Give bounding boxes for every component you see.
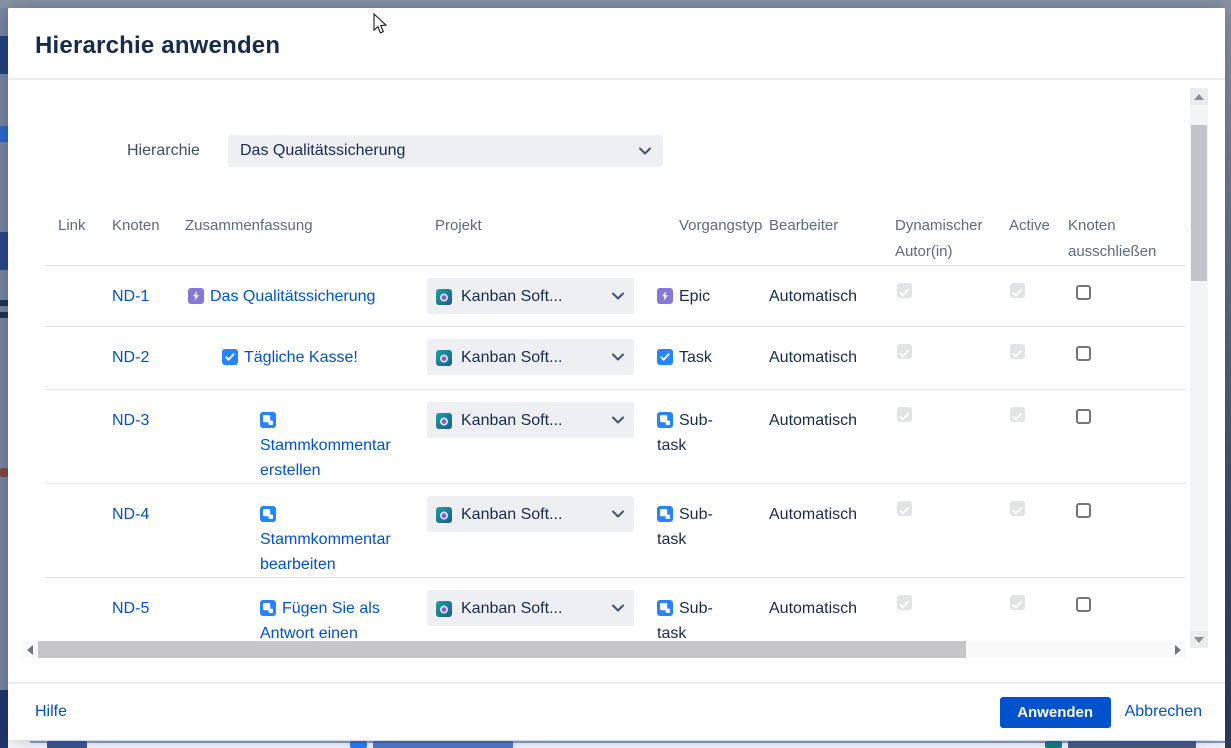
col-header-node: Knoten — [105, 205, 180, 265]
backdrop-right-strip — [1225, 8, 1231, 748]
table-row: ND-1 Das Qualitätssicherung Kanban Soft.… — [45, 266, 1186, 327]
issue-key-link[interactable]: ND-3 — [112, 412, 149, 429]
dynamic-author-checkbox — [897, 595, 912, 610]
project-avatar-icon — [436, 412, 452, 428]
exclude-node-checkbox[interactable] — [1076, 503, 1091, 518]
summary-link[interactable]: Fügen Sie als Antwort einen — [260, 600, 380, 640]
assignee-value: Automatisch — [765, 327, 890, 389]
active-checkbox — [1010, 407, 1025, 422]
table-header-row: Link Knoten Zusammenfassung Projekt Vorg… — [45, 205, 1186, 266]
project-avatar-icon — [436, 600, 452, 616]
exclude-node-checkbox[interactable] — [1076, 346, 1091, 361]
active-checkbox — [1010, 595, 1025, 610]
dynamic-author-checkbox — [897, 407, 912, 422]
hierarchy-select-value: Das Qualitätssicherung — [240, 142, 631, 160]
issue-type-label: Task — [679, 349, 712, 366]
issue-key-link[interactable]: ND-5 — [112, 600, 149, 617]
subtask-icon — [260, 505, 276, 521]
active-checkbox — [1010, 283, 1025, 298]
chevron-down-icon — [612, 292, 624, 300]
col-header-link: Link — [45, 205, 105, 265]
backdrop-top-band — [0, 0, 1231, 8]
chevron-down-icon — [612, 416, 624, 424]
screen: Hierarchie anwenden Hierarchie Das Quali… — [0, 0, 1231, 748]
table-row: ND-4 Stammkommentar bearbeiten Kanban So… — [45, 484, 1186, 578]
project-select[interactable]: Kanban Soft... — [427, 278, 634, 314]
col-header-cutoff: C — [1180, 205, 1186, 265]
help-link[interactable]: Hilfe — [35, 703, 67, 721]
hierarchy-table: Link Knoten Zusammenfassung Projekt Vorg… — [45, 205, 1186, 640]
issue-key-link[interactable]: ND-4 — [112, 506, 149, 523]
horizontal-scrollbar[interactable] — [22, 641, 1186, 658]
active-checkbox — [1010, 501, 1025, 516]
scroll-right-button[interactable] — [1170, 641, 1186, 658]
dynamic-author-checkbox — [897, 501, 912, 516]
subtask-icon — [260, 599, 276, 615]
assignee-value: Automatisch — [765, 484, 890, 577]
vertical-scrollbar-thumb[interactable] — [1191, 125, 1207, 281]
table-row: ND-3 Stammkommentar erstellen Kanban Sof… — [45, 390, 1186, 484]
dynamic-author-checkbox — [897, 283, 912, 298]
apply-hierarchy-dialog: Hierarchie anwenden Hierarchie Das Quali… — [8, 8, 1225, 740]
chevron-down-icon — [639, 147, 651, 155]
dialog-header: Hierarchie anwenden — [8, 8, 1225, 80]
chevron-down-icon — [612, 353, 624, 361]
project-avatar-icon — [436, 506, 452, 522]
col-header-assignee: Bearbeiter — [765, 205, 890, 265]
subtask-icon — [260, 411, 276, 427]
exclude-node-checkbox[interactable] — [1076, 409, 1091, 424]
project-select[interactable]: Kanban Soft... — [427, 402, 634, 438]
subtask-icon — [657, 411, 673, 427]
project-avatar-icon — [436, 349, 452, 365]
task-icon — [657, 348, 673, 364]
scroll-down-button[interactable] — [1190, 631, 1208, 648]
scroll-up-button[interactable] — [1190, 88, 1208, 105]
dialog-footer: Hilfe Anwenden Abbrechen — [8, 682, 1225, 740]
background-page-sliver — [8, 740, 1225, 748]
task-icon — [222, 348, 238, 364]
project-select[interactable]: Kanban Soft... — [427, 339, 634, 375]
backdrop-left-strip — [0, 8, 8, 748]
project-avatar-icon — [436, 288, 452, 304]
chevron-down-icon — [612, 604, 624, 612]
hierarchy-label: Hierarchie — [127, 142, 200, 160]
project-select[interactable]: Kanban Soft... — [427, 590, 634, 626]
epic-icon — [657, 287, 673, 303]
col-header-issue-type: Vorgangstyp — [650, 205, 765, 265]
epic-icon — [188, 287, 204, 303]
dialog-title: Hierarchie anwenden — [35, 32, 280, 60]
project-select[interactable]: Kanban Soft... — [427, 496, 634, 532]
cancel-link[interactable]: Abbrechen — [1125, 703, 1202, 721]
assignee-value: Automatisch — [765, 578, 890, 640]
col-header-dynamic-author: Dynamischer Autor(in) — [890, 205, 1005, 265]
dynamic-author-checkbox — [897, 344, 912, 359]
assignee-value: Automatisch — [765, 390, 890, 483]
apply-button[interactable]: Anwenden — [1000, 697, 1111, 728]
issue-type-label: Epic — [679, 288, 710, 305]
table-row: ND-2 Tägliche Kasse! Kanban Soft... Task… — [45, 327, 1186, 390]
chevron-down-icon — [612, 510, 624, 518]
active-checkbox — [1010, 344, 1025, 359]
vertical-scrollbar[interactable] — [1190, 88, 1208, 648]
col-header-active: Active — [1005, 205, 1063, 265]
subtask-icon — [657, 505, 673, 521]
scroll-left-button[interactable] — [22, 641, 38, 658]
summary-link[interactable]: Tägliche Kasse! — [244, 349, 358, 366]
exclude-node-checkbox[interactable] — [1076, 597, 1091, 612]
table-row: ND-5 Fügen Sie als Antwort einen Kanban … — [45, 578, 1186, 640]
col-header-project: Projekt — [425, 205, 650, 265]
horizontal-scrollbar-thumb[interactable] — [38, 641, 966, 658]
exclude-node-checkbox[interactable] — [1076, 285, 1091, 300]
issue-key-link[interactable]: ND-2 — [112, 349, 149, 366]
summary-link[interactable]: Stammkommentar erstellen — [260, 437, 391, 479]
col-header-summary: Zusammenfassung — [180, 205, 425, 265]
assignee-value: Automatisch — [765, 266, 890, 326]
subtask-icon — [657, 599, 673, 615]
issue-key-link[interactable]: ND-1 — [112, 288, 149, 305]
hierarchy-select[interactable]: Das Qualitätssicherung — [228, 135, 663, 167]
col-header-exclude-node: Knoten ausschließen — [1063, 205, 1180, 265]
summary-link[interactable]: Stammkommentar bearbeiten — [260, 531, 391, 573]
summary-link[interactable]: Das Qualitätssicherung — [210, 288, 375, 305]
